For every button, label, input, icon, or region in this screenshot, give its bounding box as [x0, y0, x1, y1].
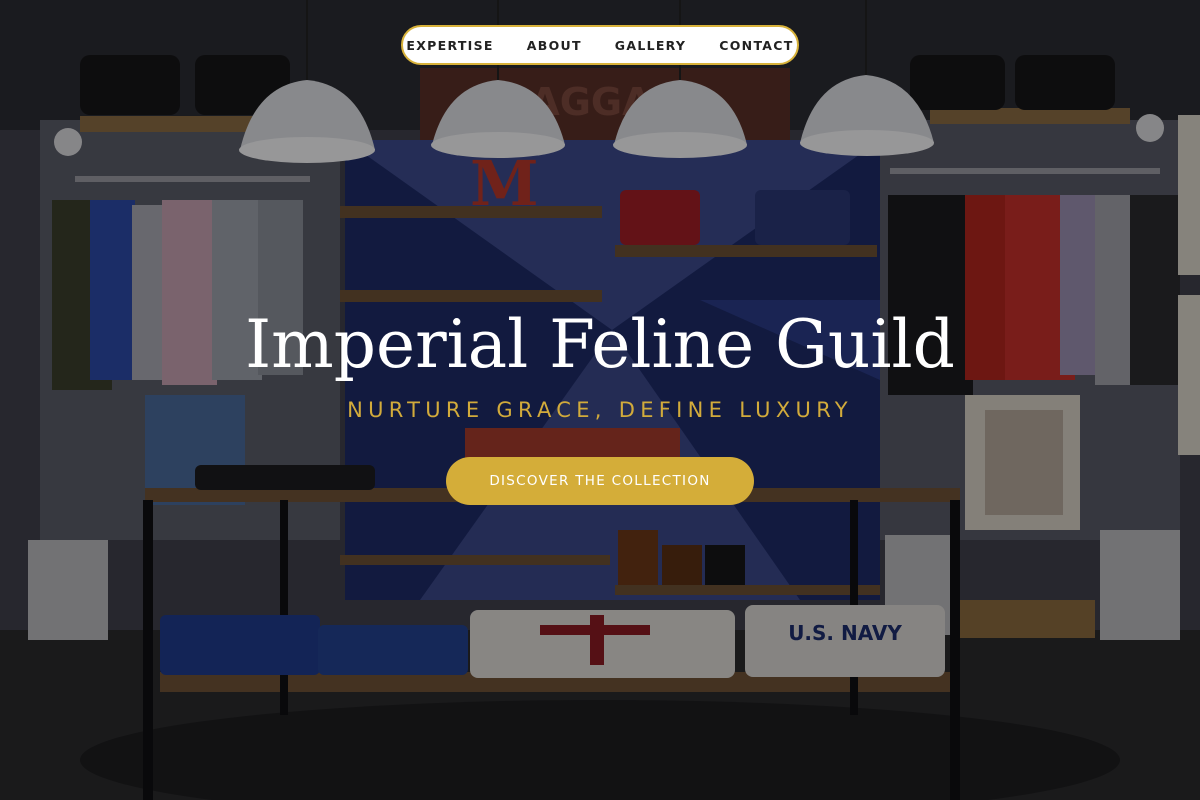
- hero-tagline: NURTURE GRACE, DEFINE LUXURY: [347, 398, 853, 422]
- nav-link-contact[interactable]: CONTACT: [719, 38, 793, 53]
- nav-link-about[interactable]: ABOUT: [527, 38, 582, 53]
- discover-collection-button[interactable]: DISCOVER THE COLLECTION: [446, 457, 754, 505]
- main-navigation: EXPERTISE ABOUT GALLERY CONTACT: [401, 25, 799, 65]
- hero-section: BAGGAGE M U.S. NAVY EXPERTISE ABOUT GALL…: [0, 0, 1200, 800]
- nav-link-gallery[interactable]: GALLERY: [615, 38, 687, 53]
- hero-title: Imperial Feline Guild: [245, 306, 955, 383]
- nav-link-expertise[interactable]: EXPERTISE: [406, 38, 493, 53]
